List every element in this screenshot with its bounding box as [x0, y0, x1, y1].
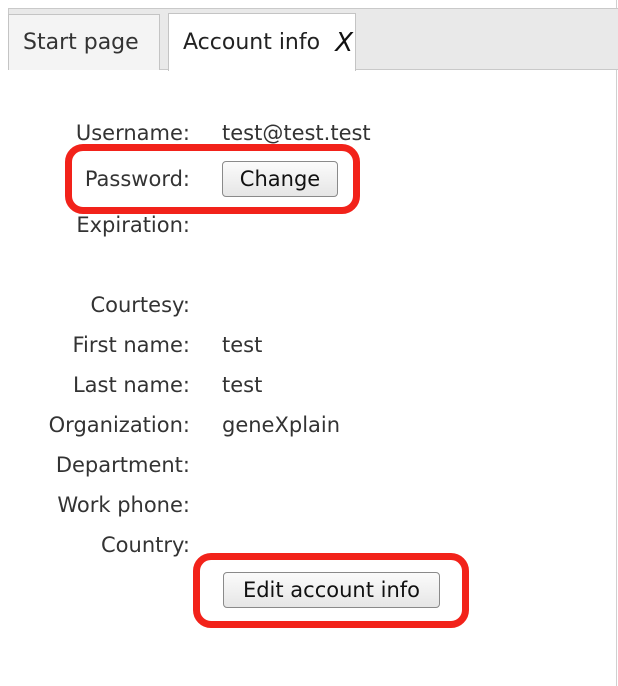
- organization-value: geneXplain: [222, 413, 341, 437]
- country-row: Country:: [0, 530, 600, 560]
- expiration-label: Expiration:: [76, 213, 190, 237]
- organization-label: Organization:: [48, 413, 190, 437]
- account-info-panel: Username: test@test.test Password: Chang…: [0, 70, 617, 686]
- country-label: Country:: [101, 533, 190, 557]
- expiration-row: Expiration:: [0, 210, 600, 240]
- last-name-row: Last name: test: [0, 370, 600, 400]
- tab-start-page[interactable]: Start page: [8, 14, 160, 70]
- department-row: Department:: [0, 450, 600, 480]
- tab-account-info-label: Account info: [183, 30, 321, 55]
- password-label: Password:: [84, 167, 190, 191]
- tab-start-page-label: Start page: [23, 30, 139, 55]
- username-row: Username: test@test.test: [0, 118, 600, 148]
- change-password-button[interactable]: Change: [222, 161, 338, 197]
- first-name-value: test: [222, 333, 263, 357]
- edit-account-info-button[interactable]: Edit account info: [223, 572, 440, 608]
- account-window: Start page Account info X Username: test…: [0, 0, 618, 686]
- last-name-label: Last name:: [72, 373, 190, 397]
- courtesy-row: Courtesy:: [0, 290, 600, 320]
- first-name-row: First name: test: [0, 330, 600, 360]
- organization-row: Organization: geneXplain: [0, 410, 600, 440]
- first-name-label: First name:: [72, 333, 191, 357]
- tab-account-info[interactable]: Account info X: [168, 13, 356, 71]
- last-name-value: test: [222, 373, 263, 397]
- close-tab-icon[interactable]: X: [335, 14, 353, 72]
- work-phone-row: Work phone:: [0, 490, 600, 520]
- department-label: Department:: [55, 453, 190, 477]
- courtesy-label: Courtesy:: [90, 293, 190, 317]
- username-value: test@test.test: [222, 121, 371, 145]
- work-phone-label: Work phone:: [57, 493, 190, 517]
- username-label: Username:: [75, 121, 190, 145]
